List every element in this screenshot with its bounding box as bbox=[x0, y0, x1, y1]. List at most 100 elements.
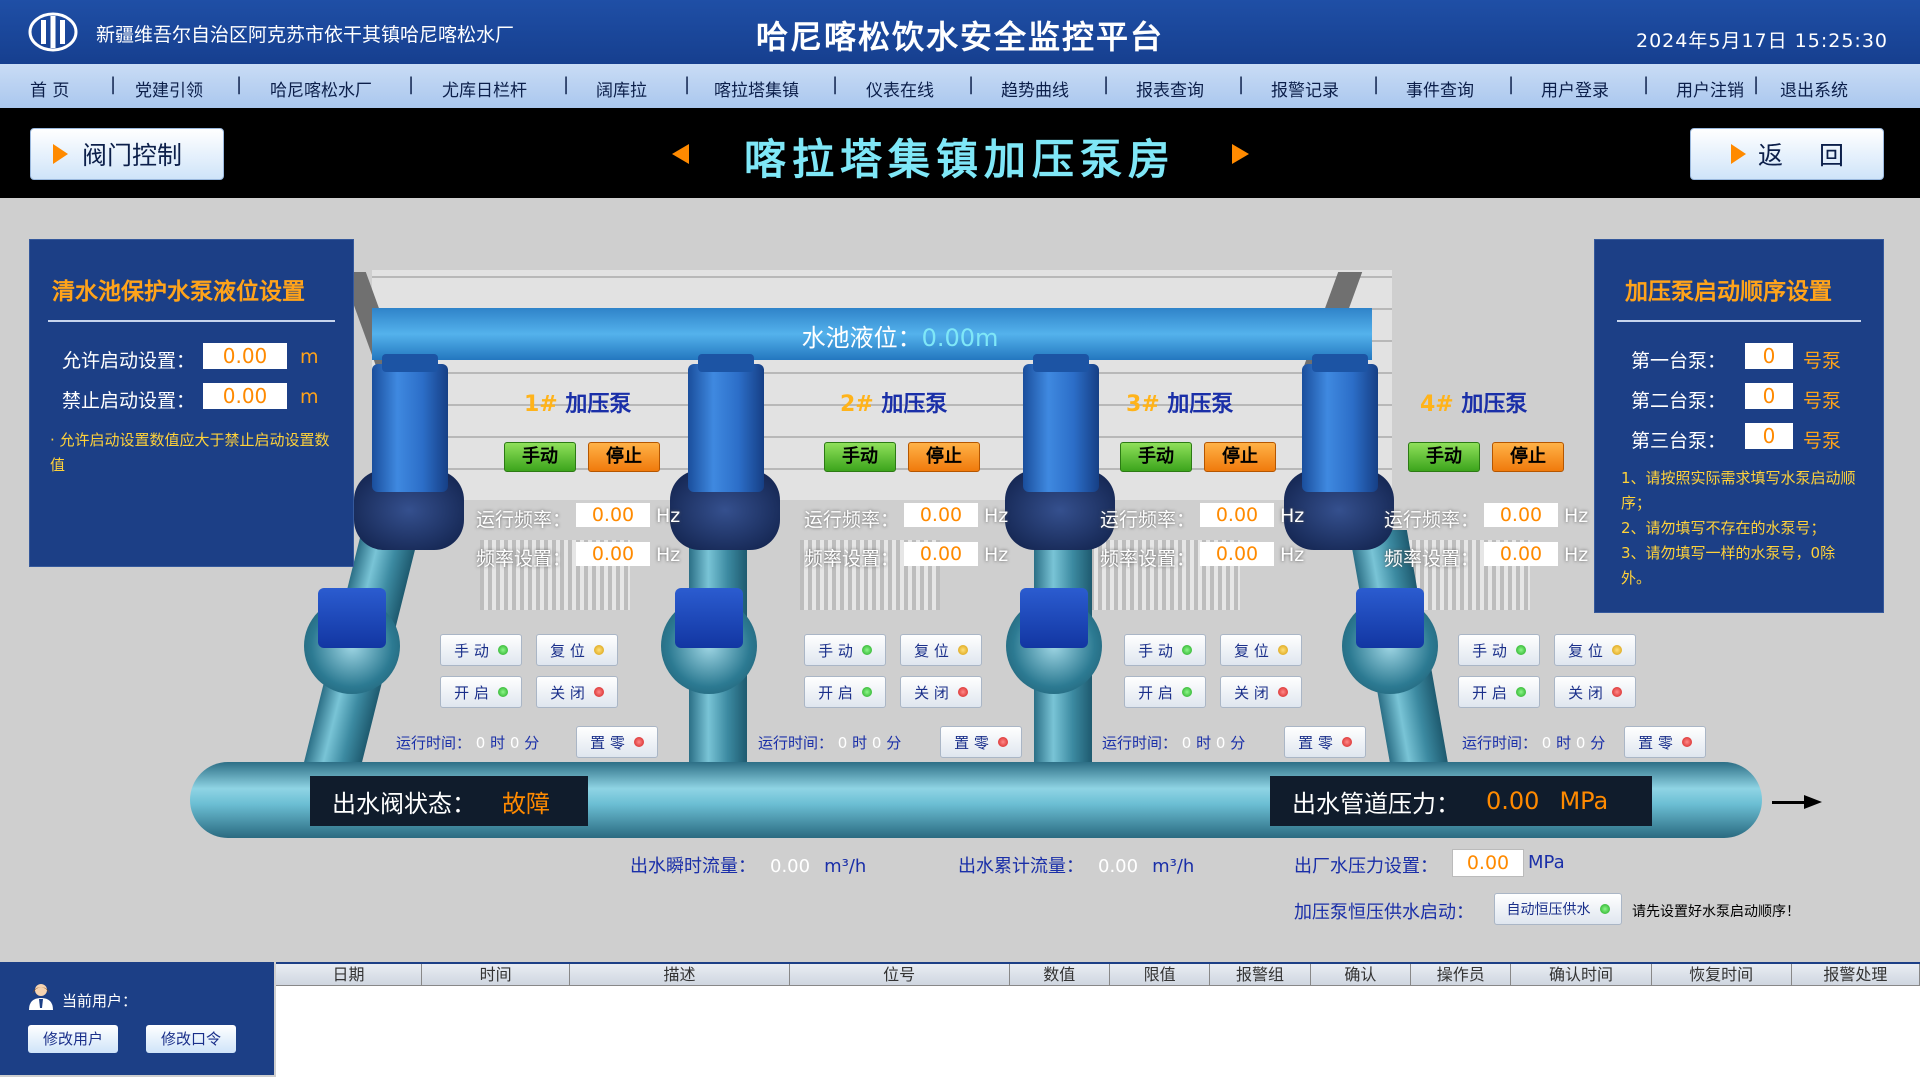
valve-open-button[interactable]: 开 启 bbox=[440, 676, 522, 708]
set-frequency-input[interactable]: 0.00 bbox=[904, 542, 978, 566]
nav-item-4[interactable]: 阔库拉 bbox=[596, 76, 647, 101]
alarm-column-header[interactable]: 确认时间 bbox=[1511, 964, 1652, 985]
alarm-column-header[interactable]: 数值 bbox=[1010, 964, 1110, 985]
modify-password-button[interactable]: 修改口令 bbox=[146, 1025, 236, 1053]
pump-stop-button[interactable]: 停止 bbox=[588, 442, 660, 472]
forbid-start-input[interactable]: 0.00 bbox=[203, 383, 287, 409]
pump-order-input[interactable]: 0 bbox=[1745, 343, 1793, 369]
pump-stop-button[interactable]: 停止 bbox=[1204, 442, 1276, 472]
runtime-minutes: 0 bbox=[871, 734, 882, 752]
pump-stop-button[interactable]: 停止 bbox=[908, 442, 980, 472]
alarm-column-header[interactable]: 恢复时间 bbox=[1652, 964, 1792, 985]
valve-open-button[interactable]: 开 启 bbox=[1458, 676, 1540, 708]
set-frequency-label: 频率设置： bbox=[1100, 548, 1196, 570]
valve-reset-button[interactable]: 复 位 bbox=[900, 634, 982, 666]
alarm-column-header[interactable]: 报警处理 bbox=[1792, 964, 1920, 985]
alarm-column-header[interactable]: 时间 bbox=[422, 964, 571, 985]
alarm-column-header[interactable]: 日期 bbox=[276, 964, 423, 985]
valve-reset-button[interactable]: 复 位 bbox=[1220, 634, 1302, 666]
runtime-zero-button[interactable]: 置 零 bbox=[1624, 726, 1706, 758]
nav-item-6[interactable]: 仪表在线 bbox=[866, 76, 934, 101]
auto-constant-pressure-button[interactable]: 自动恒压供水 bbox=[1494, 893, 1622, 925]
pump-name: 加压泵 bbox=[1461, 392, 1528, 417]
valve-manual-button[interactable]: 手 动 bbox=[804, 634, 886, 666]
nav-item-11[interactable]: 用户登录 bbox=[1541, 76, 1609, 101]
valve-manual-button[interactable]: 手 动 bbox=[1124, 634, 1206, 666]
valve-manual-button[interactable]: 手 动 bbox=[440, 634, 522, 666]
nav-item-5[interactable]: 喀拉塔集镇 bbox=[714, 76, 799, 101]
valve-manual-button[interactable]: 手 动 bbox=[1458, 634, 1540, 666]
instant-flow-value: 0.00 bbox=[770, 856, 811, 877]
pump-motor bbox=[1023, 364, 1099, 492]
nav-item-3[interactable]: 尤库日栏杆 bbox=[442, 76, 527, 101]
runtime-zero-button[interactable]: 置 零 bbox=[1284, 726, 1366, 758]
alarm-column-header[interactable]: 位号 bbox=[790, 964, 1010, 985]
pump-order-input[interactable]: 0 bbox=[1745, 383, 1793, 409]
run-frequency-unit: Hz bbox=[1564, 505, 1589, 527]
nav-item-13[interactable]: 退出系统 bbox=[1780, 76, 1848, 101]
valve-manual-button-label: 手 动 bbox=[818, 641, 853, 660]
nav-item-12[interactable]: 用户注销 bbox=[1676, 76, 1744, 101]
valve-open-button[interactable]: 开 启 bbox=[804, 676, 886, 708]
runtime-label: 运行时间： bbox=[758, 734, 834, 752]
nav-item-9[interactable]: 报警记录 bbox=[1271, 76, 1339, 101]
status-indicator-icon bbox=[633, 737, 644, 747]
status-indicator-icon bbox=[997, 737, 1008, 747]
forbid-start-label: 禁止启动设置： bbox=[62, 390, 196, 412]
alarm-column-header[interactable]: 确认 bbox=[1311, 964, 1412, 985]
alarm-column-header[interactable]: 限值 bbox=[1110, 964, 1211, 985]
valve-reset-button[interactable]: 复 位 bbox=[1554, 634, 1636, 666]
pump-manual-button[interactable]: 手动 bbox=[824, 442, 896, 472]
pump-order-note-2: 2、请勿填写不存在的水泵号； bbox=[1621, 519, 1826, 537]
set-frequency-input[interactable]: 0.00 bbox=[1200, 542, 1274, 566]
valve-open-button[interactable]: 开 启 bbox=[1124, 676, 1206, 708]
nav-item-10[interactable]: 事件查询 bbox=[1406, 76, 1474, 101]
valve-close-button[interactable]: 关 闭 bbox=[536, 676, 618, 708]
nav-item-7[interactable]: 趋势曲线 bbox=[1001, 76, 1069, 101]
pump-order-input[interactable]: 0 bbox=[1745, 423, 1793, 449]
pump-title: 2# 加压泵 bbox=[840, 386, 947, 418]
runtime-zero-button[interactable]: 置 零 bbox=[576, 726, 658, 758]
status-indicator-icon bbox=[1515, 687, 1526, 697]
pump-order-notes: 1、请按照实际需求填写水泵启动顺序； 2、请勿填写不存在的水泵号； 3、请勿填写… bbox=[1621, 466, 1865, 591]
nav-item-0[interactable]: 首 页 bbox=[30, 76, 69, 101]
pump-motor bbox=[1302, 364, 1378, 492]
valve-close-button[interactable]: 关 闭 bbox=[900, 676, 982, 708]
instant-flow-readout: 出水瞬时流量： 0.00 m³/h bbox=[630, 852, 866, 878]
set-frequency-input[interactable]: 0.00 bbox=[1484, 542, 1558, 566]
nav-item-8[interactable]: 报表查询 bbox=[1136, 76, 1204, 101]
pump-manual-button[interactable]: 手动 bbox=[1120, 442, 1192, 472]
pump-order-label: 第三台泵： bbox=[1631, 430, 1727, 452]
set-pressure-label: 出厂水压力设置： bbox=[1294, 856, 1438, 877]
runtime-hours: 0 bbox=[475, 734, 486, 752]
modify-user-button[interactable]: 修改用户 bbox=[28, 1025, 118, 1053]
valve-close-button[interactable]: 关 闭 bbox=[1220, 676, 1302, 708]
valve-close-button[interactable]: 关 闭 bbox=[1554, 676, 1636, 708]
nav-item-1[interactable]: 党建引领 bbox=[135, 76, 203, 101]
auto-constant-pressure-label: 自动恒压供水 bbox=[1506, 902, 1591, 918]
total-flow-readout: 出水累计流量： 0.00 m³/h bbox=[958, 852, 1194, 878]
valve-manual-button-label: 手 动 bbox=[1138, 641, 1173, 660]
runtime-zero-button[interactable]: 置 零 bbox=[940, 726, 1022, 758]
nav-separator: | bbox=[684, 74, 691, 95]
pump-manual-button[interactable]: 手动 bbox=[504, 442, 576, 472]
back-button[interactable]: 返 回 bbox=[1690, 128, 1884, 180]
allow-start-input[interactable]: 0.00 bbox=[203, 343, 287, 369]
alarm-column-header[interactable]: 报警组 bbox=[1210, 964, 1311, 985]
status-indicator-icon bbox=[593, 687, 604, 697]
pump-manual-button[interactable]: 手动 bbox=[1408, 442, 1480, 472]
next-station-arrow-icon[interactable] bbox=[1232, 144, 1249, 164]
alarm-column-header[interactable]: 操作员 bbox=[1411, 964, 1512, 985]
valve-reset-button[interactable]: 复 位 bbox=[536, 634, 618, 666]
set-pressure-input[interactable]: 0.00 bbox=[1452, 849, 1524, 877]
user-panel bbox=[0, 962, 274, 1075]
pump-stop-button[interactable]: 停止 bbox=[1492, 442, 1564, 472]
runtime-label: 运行时间： bbox=[1102, 734, 1178, 752]
valve-reset-button-label: 复 位 bbox=[914, 641, 949, 660]
user-avatar-icon bbox=[29, 984, 53, 1010]
nav-separator: | bbox=[968, 74, 975, 95]
alarm-column-header[interactable]: 描述 bbox=[570, 964, 790, 985]
set-frequency-input[interactable]: 0.00 bbox=[576, 542, 650, 566]
nav-item-2[interactable]: 哈尼喀松水厂 bbox=[270, 76, 372, 101]
status-indicator-icon bbox=[1611, 645, 1622, 655]
